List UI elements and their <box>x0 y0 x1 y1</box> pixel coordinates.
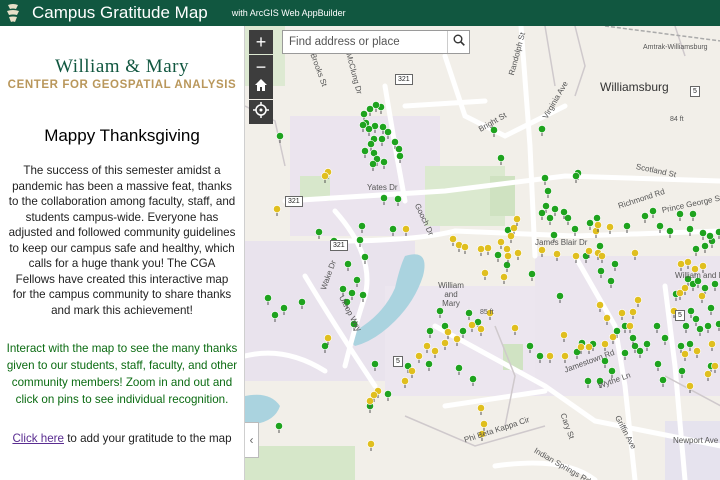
map-pin-gold[interactable] <box>477 245 485 256</box>
map-pin-green[interactable] <box>541 174 549 185</box>
home-button[interactable] <box>249 75 273 99</box>
map-pin-green[interactable] <box>715 228 720 239</box>
map-pin-gold[interactable] <box>477 404 485 415</box>
map-pin-green[interactable] <box>528 270 536 281</box>
add-gratitude-link[interactable]: Click here <box>12 432 64 445</box>
map-pin-green[interactable] <box>551 205 559 216</box>
map-pin-gold[interactable] <box>481 269 489 280</box>
map-label-newport-ave: Newport Ave <box>673 436 719 445</box>
route-5-shield: 5 <box>690 86 700 97</box>
map-pin-green[interactable] <box>623 222 631 233</box>
map-label-james-blair-dr: James Blair Dr <box>535 238 588 247</box>
search-icon <box>453 33 465 51</box>
map-pin-green[interactable] <box>538 209 546 220</box>
app-subtitle: with ArcGIS Web AppBuilder <box>231 8 346 18</box>
map-pin-gold[interactable] <box>507 232 515 243</box>
route-321-shield: 321 <box>330 240 348 251</box>
map-pin-green[interactable] <box>546 214 554 225</box>
map-pin-green[interactable] <box>315 228 323 239</box>
map-pin-green[interactable] <box>275 422 283 433</box>
map-pin-green[interactable] <box>641 212 649 223</box>
search-button[interactable] <box>447 31 469 53</box>
map-pin-green[interactable] <box>384 390 392 401</box>
route-5-shield: 5 <box>393 356 403 367</box>
locate-icon <box>253 101 269 123</box>
map-label-84ft: 84 ft <box>670 116 684 123</box>
map-pin-green[interactable] <box>276 132 284 143</box>
panel-title: Mappy Thanksgiving <box>44 126 200 145</box>
home-icon <box>254 78 268 97</box>
gratitude-cta: Click here to add your gratitude to the … <box>0 432 244 445</box>
map-label-williamsburg: Williamsburg <box>600 80 669 94</box>
map-pin-green[interactable] <box>699 229 707 240</box>
map-pin-gold[interactable] <box>273 205 281 216</box>
map-pin-gold[interactable] <box>461 243 469 254</box>
chevron-left-icon: ‹ <box>249 433 254 447</box>
route-5-shield: 5 <box>675 310 685 321</box>
map-pin-green[interactable] <box>692 245 700 256</box>
basemap <box>245 26 720 480</box>
map-label-85ft: 85 ft <box>480 309 494 316</box>
panel-description: The success of this semester amidst a pa… <box>8 164 236 317</box>
cypher-logo-icon <box>0 0 26 26</box>
zoom-in-button[interactable]: + <box>249 30 273 54</box>
side-panel: William & Mary CENTER FOR GEOSPATIAL ANA… <box>0 26 244 480</box>
search-input[interactable] <box>283 31 447 53</box>
map-pin-green[interactable] <box>586 219 594 230</box>
app-header: Campus Gratitude Map with ArcGIS Web App… <box>0 0 720 26</box>
route-321-shield: 321 <box>395 74 413 85</box>
map-pin-green[interactable] <box>572 172 580 183</box>
map-pin-green[interactable] <box>494 251 502 262</box>
map-label-william-and-ma: William and Ma <box>675 271 720 280</box>
locate-button[interactable] <box>249 100 273 124</box>
map-pin-green[interactable] <box>666 227 674 238</box>
wm-logo-department: CENTER FOR GEOSPATIAL ANALYSIS <box>7 79 237 91</box>
map-pin-green[interactable] <box>701 242 709 253</box>
map-view[interactable]: Williamsburg Amtrak-Williamsburg Scotlan… <box>244 26 720 480</box>
map-pin-gold[interactable] <box>367 440 375 451</box>
map-pin-green[interactable] <box>649 207 657 218</box>
map-pin-gold[interactable] <box>484 244 492 255</box>
map-pin-green[interactable] <box>497 154 505 165</box>
app-title: Campus Gratitude Map <box>32 3 208 22</box>
map-pin-green[interactable] <box>544 187 552 198</box>
collapse-panel-button[interactable]: ‹ <box>245 422 259 458</box>
map-pin-green[interactable] <box>503 261 511 272</box>
wm-logo-name: William & Mary <box>55 56 189 77</box>
map-label-yates-dr: Yates Dr <box>367 183 398 192</box>
gratitude-cta-text: to add your gratitude to the map <box>63 432 232 445</box>
map-pin-gold[interactable] <box>538 246 546 257</box>
map-pin-green[interactable] <box>676 210 684 221</box>
map-label-william-and-mary: William and Mary <box>438 281 464 308</box>
map-pin-green[interactable] <box>689 210 697 221</box>
map-pin-gold[interactable] <box>514 249 522 260</box>
map-pin-green[interactable] <box>538 125 546 136</box>
map-label-amtrak: Amtrak-Williamsburg <box>643 44 708 51</box>
search-widget <box>282 30 470 54</box>
route-321-shield: 321 <box>285 196 303 207</box>
panel-instructions: Interact with the map to see the many th… <box>6 342 238 406</box>
map-pin-gold[interactable] <box>500 273 508 284</box>
map-pin-green[interactable] <box>564 214 572 225</box>
